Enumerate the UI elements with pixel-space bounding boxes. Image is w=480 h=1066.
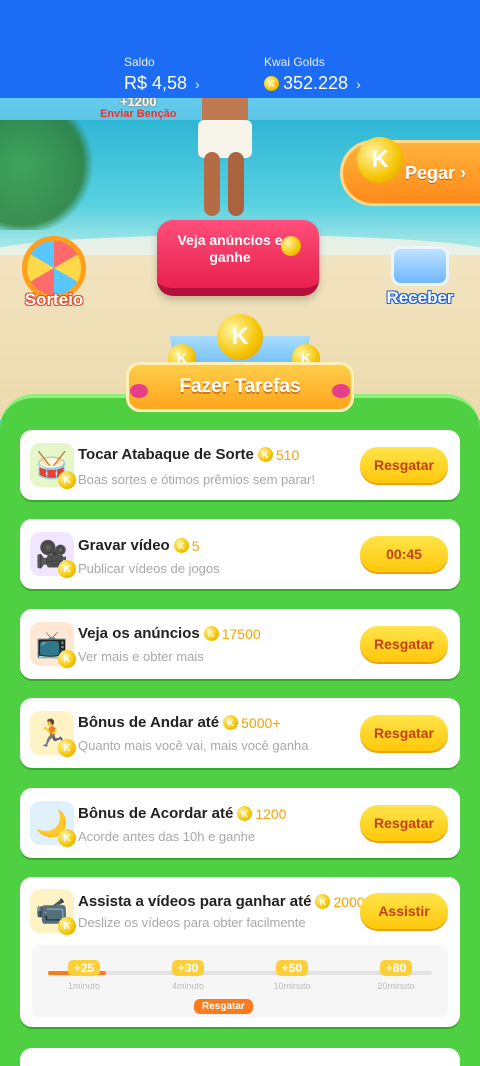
top-header: Saldo R$ 4,58 › Kwai Golds K 352.228 › bbox=[0, 0, 480, 98]
golds-value: 352.228 bbox=[283, 73, 349, 93]
task-card: 📺 K Veja os anúncios K 17500 Ver mais e obt… bbox=[20, 609, 460, 679]
k-coin-icon: K bbox=[237, 806, 253, 821]
k-coin-icon bbox=[281, 236, 301, 256]
balance-golds[interactable]: Kwai Golds K 352.228 › bbox=[264, 55, 361, 94]
k-coin-icon: K bbox=[264, 76, 279, 91]
task-title: Assista a vídeos para ganhar até bbox=[78, 893, 312, 910]
assistir-button[interactable]: Assistir bbox=[360, 893, 448, 929]
chevron-right-icon: › bbox=[356, 75, 361, 92]
task-card: 🎥 K Gravar vídeo K 5 Publicar vídeos de jog… bbox=[20, 519, 460, 589]
task-desc: Deslize os vídeos para obter facilmente bbox=[78, 915, 306, 930]
pegar-label: Pegar › bbox=[405, 163, 467, 183]
task-title: Gravar vídeo bbox=[78, 537, 170, 554]
k-coin-icon: K bbox=[315, 894, 331, 909]
blessing-label: Enviar Benção bbox=[100, 108, 177, 120]
task-reward: 1200 bbox=[255, 805, 287, 822]
saldo-label: Saldo bbox=[124, 55, 155, 69]
k-coin-icon: K bbox=[217, 314, 263, 360]
tv-icon: 📺 K bbox=[30, 622, 76, 668]
resgatar-button[interactable]: Resgatar bbox=[360, 805, 448, 841]
timer-button[interactable]: 00:45 bbox=[360, 536, 448, 572]
task-card: 🌙 K Bônus de Acordar até K 1200 Acorde ante… bbox=[20, 788, 460, 858]
k-coin-icon: K bbox=[357, 137, 403, 183]
fazer-tarefas-banner: Fazer Tarefas bbox=[126, 362, 354, 412]
resgatar-milestone-button[interactable]: Resgatar bbox=[194, 999, 253, 1014]
milestone: +80 20minuto bbox=[377, 960, 415, 991]
task-desc: Acorde antes das 10h e ganhe bbox=[78, 829, 256, 844]
k-coin-icon: K bbox=[223, 715, 239, 730]
palm-leaves bbox=[0, 120, 100, 230]
task-card bbox=[20, 1048, 460, 1066]
saldo-value: R$ 4,58 bbox=[124, 73, 188, 93]
k-coin-icon: K bbox=[257, 447, 273, 462]
bird-decoration-icon bbox=[130, 384, 148, 398]
task-reward: 17500 bbox=[221, 625, 261, 642]
banner-title: Fazer Tarefas bbox=[179, 376, 301, 397]
task-desc: Publicar vídeos de jogos bbox=[78, 561, 220, 576]
video-record-icon: 🎥 K bbox=[30, 532, 76, 578]
send-blessing[interactable]: +1200 Enviar Benção bbox=[100, 95, 177, 120]
resgatar-button[interactable]: Resgatar bbox=[360, 447, 448, 483]
task-card: 🥁 K Tocar Atabaque de Sorte K 510 Boas sort… bbox=[20, 430, 460, 500]
task-reward: 510 bbox=[275, 446, 300, 463]
task-desc: Boas sortes e ótimos prêmios sem parar! bbox=[78, 472, 315, 487]
bird-decoration-icon bbox=[332, 384, 350, 398]
task-desc: Ver mais e obter mais bbox=[78, 649, 204, 664]
task-reward: 5 bbox=[191, 537, 200, 554]
sorteio-button[interactable]: Sorteio bbox=[14, 236, 94, 316]
task-title: Bônus de Andar até bbox=[78, 714, 220, 731]
walking-boy-icon: 🏃 K bbox=[30, 711, 76, 757]
moon-icon: 🌙 K bbox=[30, 801, 76, 847]
task-title: Bônus de Acordar até bbox=[78, 805, 234, 822]
receber-button[interactable]: Receber bbox=[380, 246, 460, 316]
avatar-character[interactable] bbox=[188, 90, 266, 220]
task-reward: 5000+ bbox=[241, 714, 281, 731]
drum-icon: 🥁 K bbox=[30, 443, 76, 489]
tasks-panel: 🥁 K Tocar Atabaque de Sorte K 510 Boas sort… bbox=[0, 394, 480, 1066]
resgatar-button[interactable]: Resgatar bbox=[360, 626, 448, 662]
pegar-button[interactable]: K Pegar › bbox=[340, 137, 480, 206]
resgatar-button[interactable]: Resgatar bbox=[360, 715, 448, 751]
watch-ads-label: Veja anúncios e ganhe bbox=[177, 232, 283, 265]
coin-box-icon bbox=[391, 246, 449, 286]
balance-saldo[interactable]: Saldo R$ 4,58 › bbox=[124, 55, 200, 94]
receber-label: Receber bbox=[386, 288, 454, 307]
task-title: Tocar Atabaque de Sorte bbox=[78, 446, 254, 463]
milestone: +30 4minuto bbox=[171, 960, 205, 991]
k-coin-icon: K bbox=[173, 538, 189, 553]
milestone: +50 10minuto bbox=[273, 960, 311, 991]
task-title: Veja os anúncios bbox=[78, 625, 200, 642]
k-coin-icon: K bbox=[203, 626, 219, 641]
task-card: 📹 K Assista a vídeos para ganhar até K 2000… bbox=[20, 877, 460, 1027]
camera-icon: 📹 K bbox=[30, 889, 76, 935]
task-desc: Quanto mais você vai, mais você ganha bbox=[78, 738, 309, 753]
task-card: 🏃 K Bônus de Andar até K 5000+ Quanto mais … bbox=[20, 698, 460, 768]
milestone: +25 1minuto bbox=[67, 960, 101, 991]
watch-ads-button[interactable]: Veja anúncios e ganhe bbox=[157, 220, 319, 296]
sorteio-label: Sorteio bbox=[24, 290, 84, 309]
watch-progress: +25 1minuto +30 4minuto +50 10minuto +80 20m… bbox=[32, 945, 448, 1017]
golds-label: Kwai Golds bbox=[264, 55, 325, 69]
chevron-right-icon: › bbox=[195, 75, 200, 92]
